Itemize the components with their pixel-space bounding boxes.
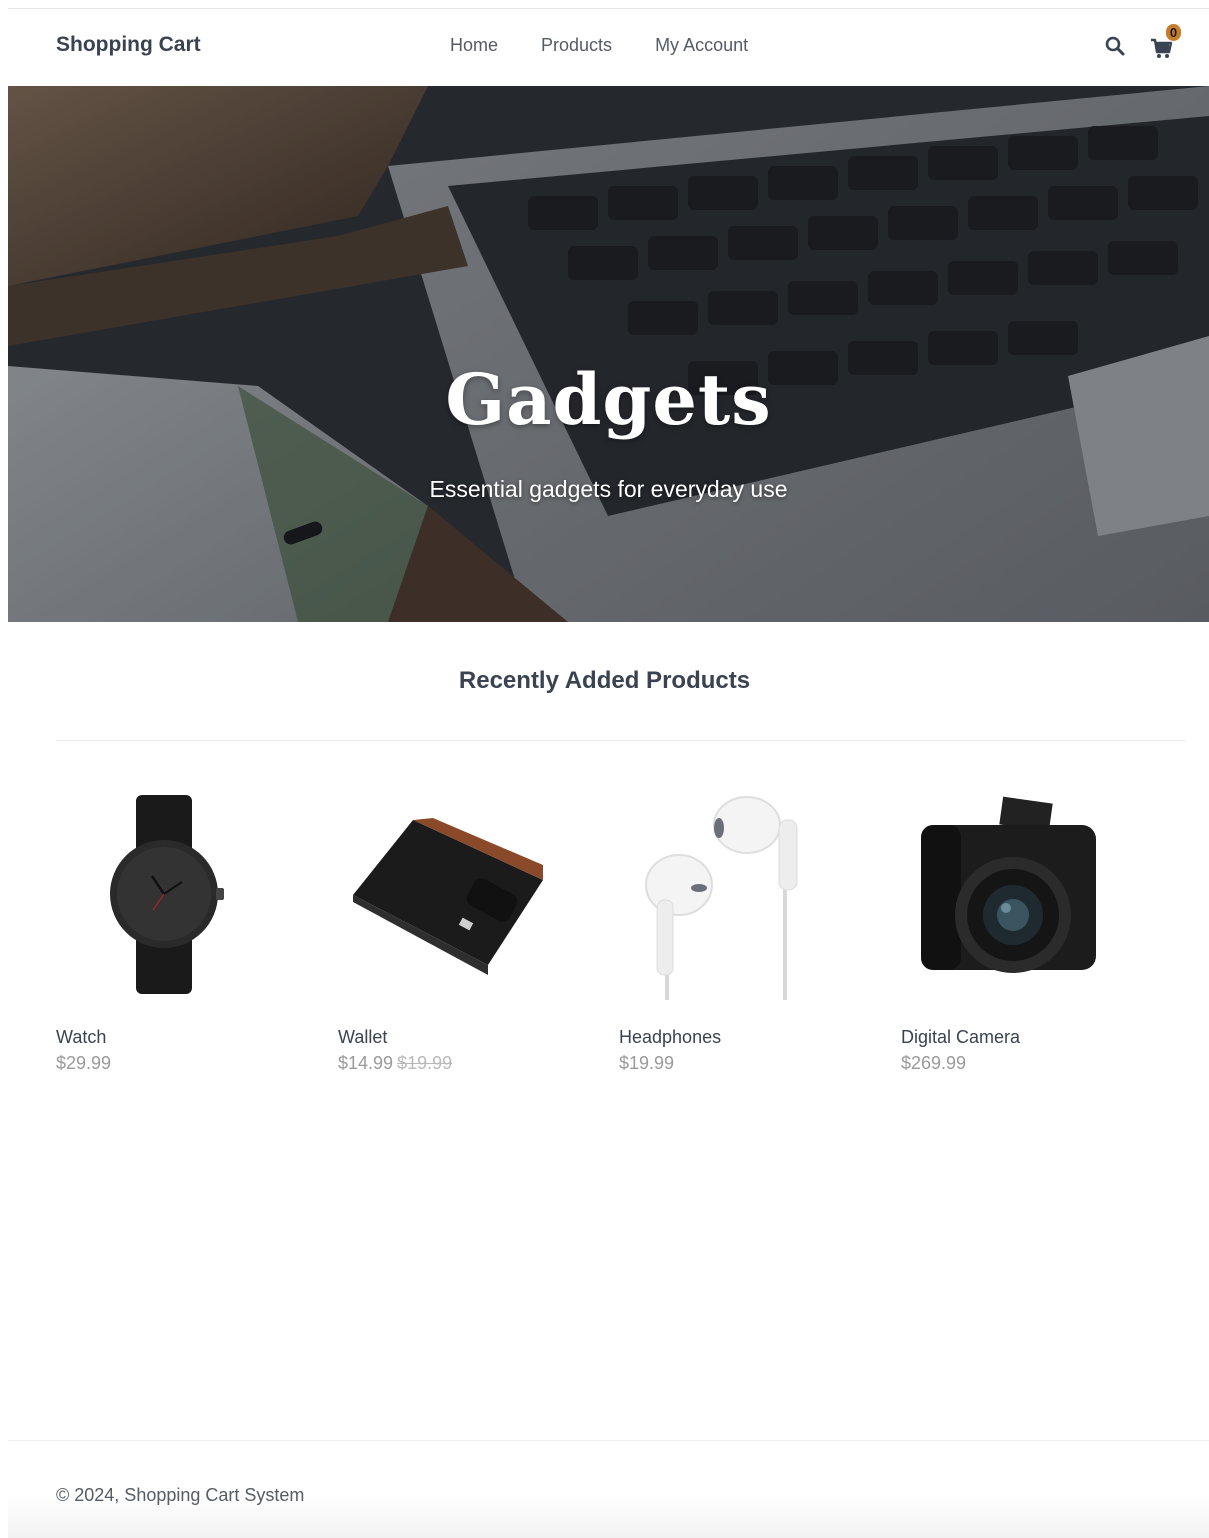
- site-footer: © 2024, Shopping Cart System: [8, 1441, 1209, 1538]
- cart-count-badge: 0: [1166, 24, 1181, 41]
- nav-home[interactable]: Home: [450, 35, 498, 56]
- product-price: $19.99: [619, 1053, 674, 1074]
- brand-logo[interactable]: Shopping Cart: [56, 33, 201, 57]
- hero-background-image: [8, 86, 1209, 622]
- watch-image: [110, 795, 224, 994]
- search-icon[interactable]: [1104, 35, 1126, 57]
- section-title: Recently Added Products: [458, 667, 751, 694]
- product-name: Wallet: [338, 1027, 388, 1047]
- nav-products[interactable]: Products: [541, 35, 612, 56]
- product-name: Watch: [56, 1027, 107, 1047]
- hero-banner: Gadgets Essential gadgets for everyday u…: [8, 86, 1209, 622]
- product-card-watch[interactable]: Watch $29.99: [56, 790, 316, 1090]
- product-name: Digital Camera: [901, 1027, 1021, 1047]
- section-divider: [56, 740, 1186, 741]
- product-grid: Watch $29.99 Wallet $14.99 $19.99 Headpho…: [56, 790, 1186, 1090]
- price-value: $29.99: [56, 1053, 112, 1073]
- camera-image: [921, 796, 1096, 973]
- hero-title: Gadgets: [445, 358, 772, 441]
- product-card-headphones[interactable]: Headphones $19.99: [619, 790, 879, 1090]
- original-price: $19.99: [397, 1053, 453, 1073]
- main-nav: Home Products My Account: [450, 35, 748, 56]
- price-value: $269.99: [901, 1053, 967, 1073]
- copyright-text: © 2024, Shopping Cart System: [56, 1485, 305, 1505]
- product-card-wallet[interactable]: Wallet $14.99 $19.99: [338, 790, 598, 1090]
- product-price: $269.99: [901, 1053, 966, 1074]
- product-name: Headphones: [619, 1027, 722, 1047]
- hero-subtitle: Essential gadgets for everyday use: [429, 476, 788, 502]
- price-value: $14.99: [338, 1053, 394, 1073]
- product-card-digital-camera[interactable]: Digital Camera $269.99: [901, 790, 1161, 1090]
- product-price: $29.99: [56, 1053, 111, 1074]
- site-header: Shopping Cart Home Products My Account 0: [8, 9, 1209, 86]
- product-price: $14.99 $19.99: [338, 1053, 452, 1074]
- price-value: $19.99: [619, 1053, 675, 1073]
- headphones-image: [645, 796, 798, 1000]
- cart-button[interactable]: 0: [1150, 24, 1181, 61]
- nav-my-account[interactable]: My Account: [655, 35, 748, 56]
- wallet-image: [353, 818, 543, 975]
